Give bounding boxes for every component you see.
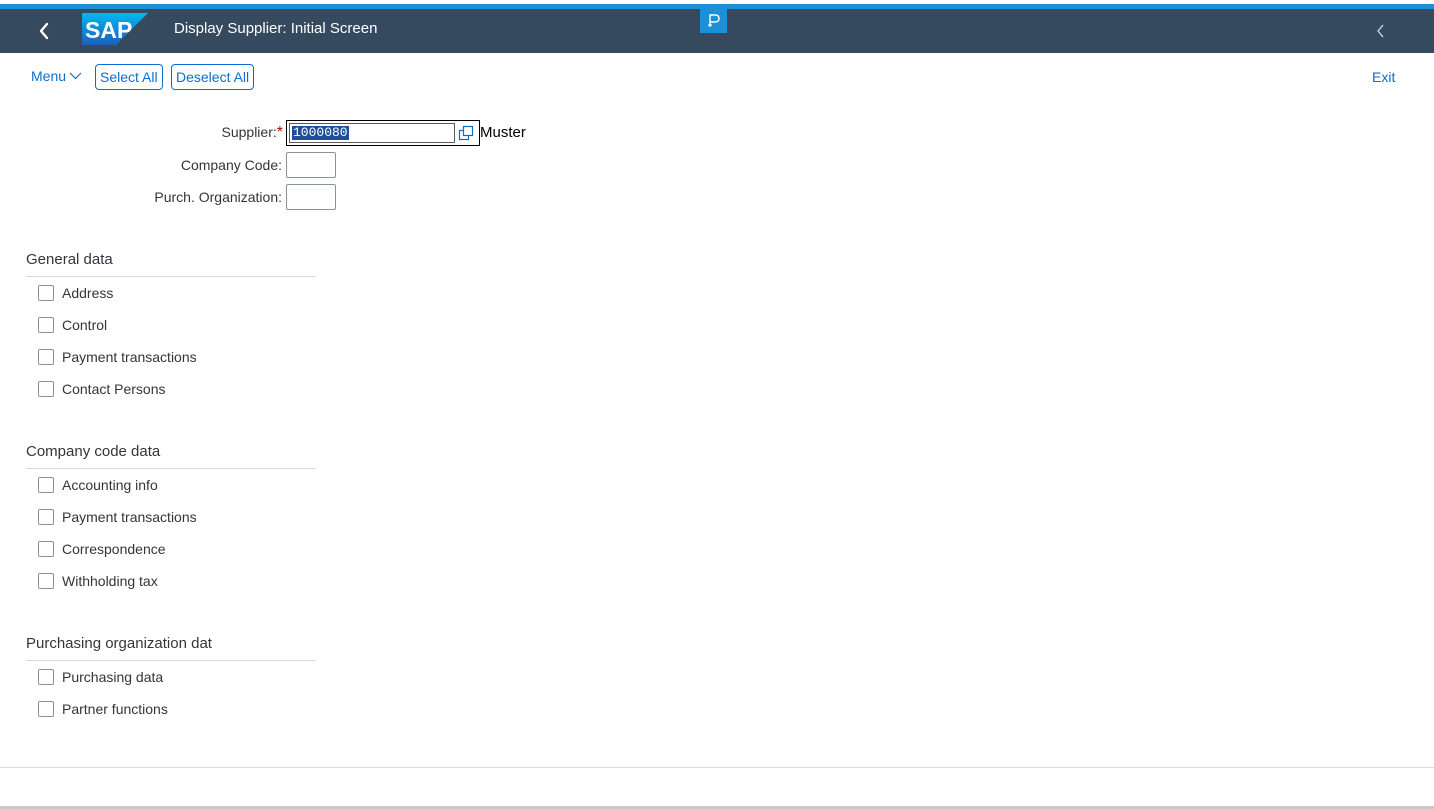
checkbox-label: Withholding tax <box>62 573 158 589</box>
checkbox-contact-persons[interactable]: Contact Persons <box>38 380 166 398</box>
sap-logo: SAP <box>82 13 148 45</box>
supplier-value: 1000080 <box>292 125 349 140</box>
checkbox[interactable] <box>38 509 54 525</box>
collapse-icon <box>1377 24 1384 38</box>
section-divider <box>26 276 316 277</box>
back-icon <box>39 22 49 40</box>
supplier-label-text: Supplier: <box>221 124 277 140</box>
checkbox[interactable] <box>38 477 54 493</box>
checkbox-label: Contact Persons <box>62 381 166 397</box>
checkbox-purchasing-data[interactable]: Purchasing data <box>38 668 163 686</box>
collapse-button[interactable] <box>1369 17 1393 45</box>
page-title: Display Supplier: Initial Screen <box>174 20 378 37</box>
company-code-label: Company Code: <box>180 157 282 173</box>
toolbar: Menu Select All Deselect All Exit <box>0 64 1434 92</box>
parking-icon <box>707 14 720 27</box>
menu-button[interactable]: Menu <box>31 68 82 84</box>
checkbox-withholding-tax[interactable]: Withholding tax <box>38 572 158 590</box>
chevron-down-icon <box>69 72 82 80</box>
supplier-label: Supplier:* <box>222 124 284 142</box>
value-help-icon[interactable] <box>458 125 474 141</box>
purch-org-label: Purch. Organization: <box>154 189 282 205</box>
select-all-button[interactable]: Select All <box>95 64 163 90</box>
checkbox-label: Control <box>62 317 108 333</box>
required-marker: * <box>276 124 283 141</box>
checkbox-correspondence[interactable]: Correspondence <box>38 540 166 558</box>
checkbox-label: Address <box>62 285 114 301</box>
checkbox[interactable] <box>38 573 54 589</box>
checkbox-payment-transactions-company[interactable]: Payment transactions <box>38 508 197 526</box>
section-divider <box>26 468 316 469</box>
checkbox[interactable] <box>38 701 54 717</box>
checkbox-accounting-info[interactable]: Accounting info <box>38 476 158 494</box>
section-divider <box>26 660 316 661</box>
checkbox-label: Accounting info <box>62 477 158 493</box>
checkbox[interactable] <box>38 669 54 685</box>
checkbox[interactable] <box>38 381 54 397</box>
sap-logo-text: SAP <box>85 17 132 43</box>
checkbox-control[interactable]: Control <box>38 316 107 334</box>
supplier-input[interactable]: 1000080 <box>289 123 455 143</box>
section-title-purchasing: Purchasing organization dat <box>26 635 212 652</box>
deselect-all-button[interactable]: Deselect All <box>171 64 255 90</box>
exit-button[interactable]: Exit <box>1372 69 1395 85</box>
checkbox[interactable] <box>38 541 54 557</box>
checkbox[interactable] <box>38 317 54 333</box>
checkbox-payment-transactions-general[interactable]: Payment transactions <box>38 348 197 366</box>
checkbox[interactable] <box>38 285 54 301</box>
supplier-field[interactable]: 1000080 <box>286 120 480 146</box>
checkbox-label: Payment transactions <box>62 349 197 365</box>
shell-bar: SAP Display Supplier: Initial Screen <box>0 9 1434 53</box>
section-title-general: General data <box>26 251 113 268</box>
checkbox[interactable] <box>38 349 54 365</box>
checkbox-address[interactable]: Address <box>38 284 113 302</box>
checkbox-label: Partner functions <box>62 701 168 717</box>
checkbox-partner-functions[interactable]: Partner functions <box>38 700 168 718</box>
menu-label: Menu <box>31 68 67 84</box>
supplier-name: Muster <box>480 124 526 141</box>
checkbox-label: Purchasing data <box>62 669 164 685</box>
footer-divider <box>0 767 1434 768</box>
purch-org-input[interactable] <box>286 184 336 210</box>
app-icon[interactable] <box>700 9 727 33</box>
checkbox-label: Payment transactions <box>62 509 197 525</box>
company-code-input[interactable] <box>286 152 336 178</box>
back-button[interactable] <box>30 17 58 45</box>
section-title-company: Company code data <box>26 443 161 460</box>
checkbox-label: Correspondence <box>62 541 166 557</box>
